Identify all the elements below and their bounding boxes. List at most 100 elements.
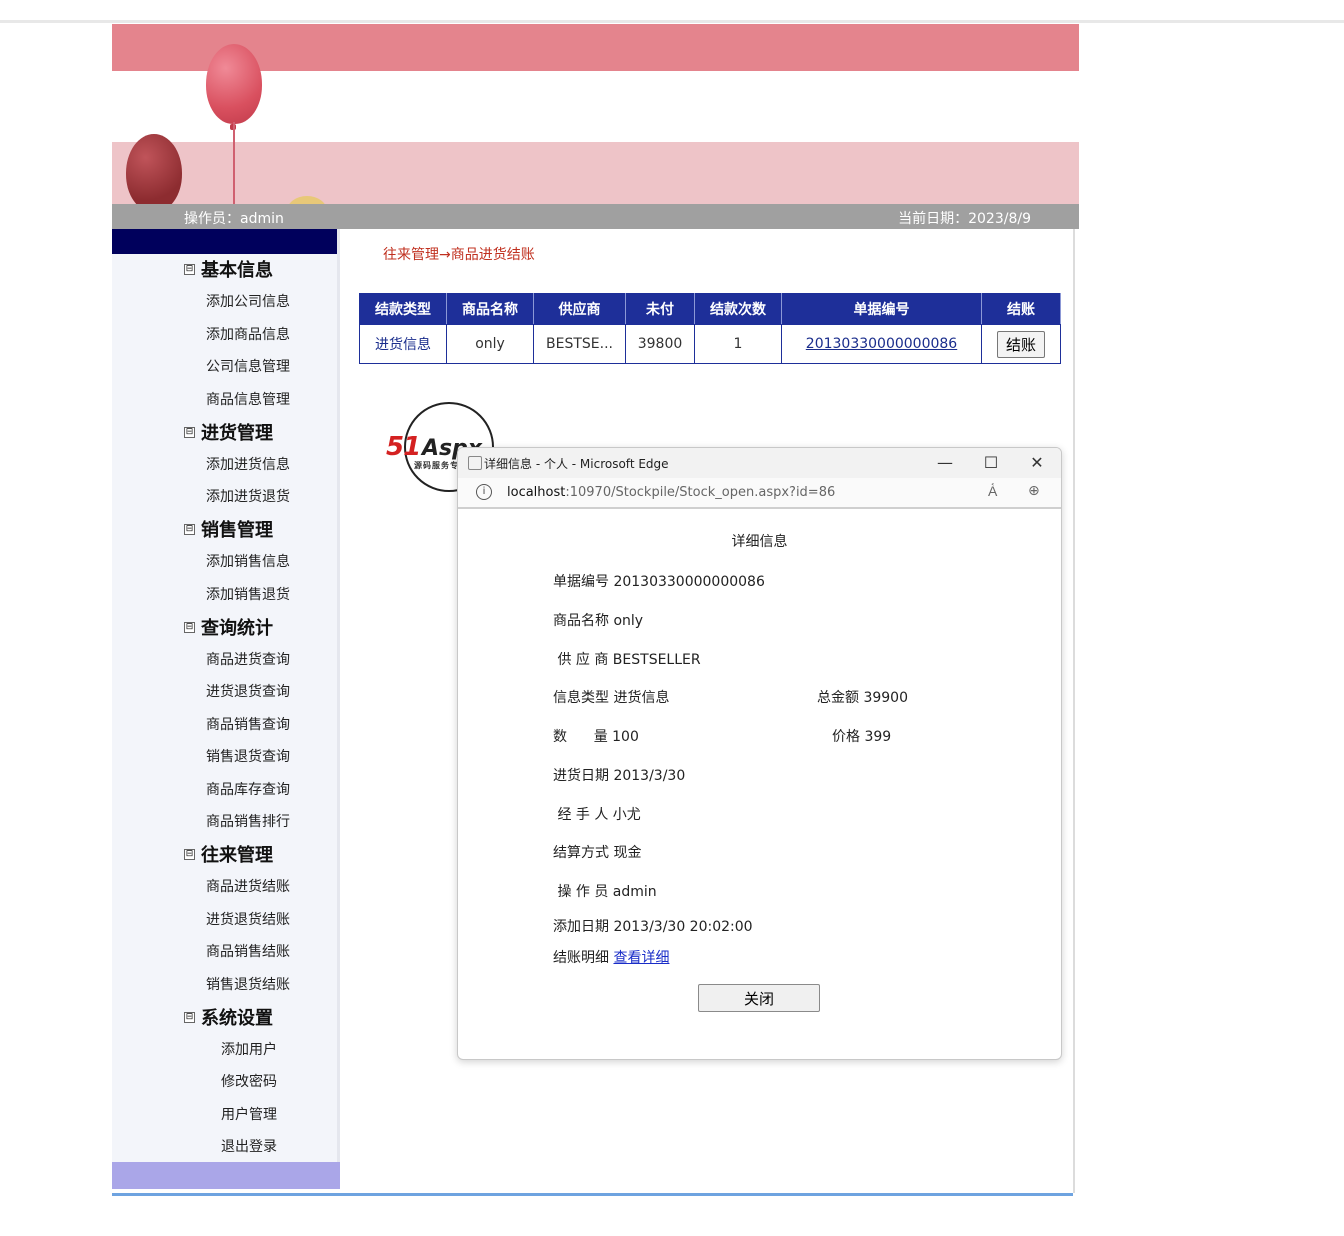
popup-title-bar[interactable]: 详细信息 - 个人 - Microsoft Edge — ☐ ✕ [458,448,1061,478]
nav-item-sales-ranking[interactable]: 商品销售排行 [206,811,290,831]
column-header: 单据编号 [781,293,982,325]
operator-label: 操作员：admin [184,211,284,227]
popup-address-bar[interactable]: i localhost:10970/Stockpile/Stock_open.a… [458,478,1061,509]
page-icon [468,456,482,470]
nav-group-sales[interactable]: ⊟ 销售管理 [184,516,273,542]
nav-group-query[interactable]: ⊟ 查询统计 [184,614,273,640]
detail-info-type: 信息类型 进货信息 [553,690,670,706]
column-header: 结款类型 [359,293,447,325]
logo-text-51: 51 [386,432,421,462]
read-aloud-icon[interactable]: A᷾ [988,483,997,500]
column-header: 结款次数 [694,293,782,325]
detail-stock-date: 进货日期 2013/3/30 [553,768,686,784]
nav-item-company-manage[interactable]: 公司信息管理 [206,356,290,376]
nav-item-add-sale-return[interactable]: 添加销售退货 [206,584,290,604]
collapse-icon: ⊟ [184,426,195,438]
type-text: 进货信息 [375,337,431,353]
nav-group-title: 销售管理 [201,520,273,541]
nav-group-title: 系统设置 [201,1008,273,1029]
nav-item-logout[interactable]: 退出登录 [221,1136,277,1156]
detail-settle-row: 结账明细 查看详细 [553,947,669,967]
nav-item-add-purchase-return[interactable]: 添加进货退货 [206,486,290,506]
cell-type: 进货信息 [359,324,447,364]
header-banner [112,24,1079,204]
nav-group-system[interactable]: ⊟ 系统设置 [184,1004,273,1030]
nav-item-sale-return-settle[interactable]: 销售退货结账 [206,974,290,994]
balloon-string [233,122,235,204]
url-text[interactable]: localhost:10970/Stockpile/Stock_open.asp… [507,485,835,500]
popup-close-button[interactable]: 关闭 [698,984,820,1012]
operator-bar: 操作员：admin 当前日期：2023/8/9 [112,204,1079,229]
detail-operator: 操 作 员 admin [553,884,657,900]
cell-count: 1 [694,324,782,364]
maximize-icon[interactable]: ☐ [980,453,1002,472]
nav-item-sale-query[interactable]: 商品销售查询 [206,714,290,734]
nav-item-purchase-return-settle[interactable]: 进货退货结账 [206,909,290,929]
collapse-icon: ⊟ [184,523,195,535]
balloon-red-image [206,44,262,124]
nav-item-user-manage[interactable]: 用户管理 [221,1104,277,1124]
nav-group-title: 查询统计 [201,618,273,639]
column-header: 商品名称 [446,293,534,325]
breadcrumb: 往来管理→商品进货结账 [383,247,535,263]
nav-group-title: 进货管理 [201,423,273,444]
nav-item-stock-query[interactable]: 商品库存查询 [206,779,290,799]
nav-group-title: 基本信息 [201,260,273,281]
nav-item-purchase-settle[interactable]: 商品进货结账 [206,876,290,896]
nav-item-change-password[interactable]: 修改密码 [221,1071,277,1091]
nav-item-add-sale[interactable]: 添加销售信息 [206,551,290,571]
detail-supplier: 供 应 商 BESTSELLER [553,652,701,668]
close-icon[interactable]: ✕ [1026,453,1048,472]
nav-item-sale-settle[interactable]: 商品销售结账 [206,941,290,961]
nav-item-add-company[interactable]: 添加公司信息 [206,291,290,311]
column-header: 结账 [981,293,1061,325]
view-detail-link[interactable]: 查看详细 [613,950,669,966]
collapse-icon: ⊟ [184,621,195,633]
cell-doc-no: 20130330000000086 [781,324,982,364]
nav-item-product-manage[interactable]: 商品信息管理 [206,389,290,409]
table-header-row: 结款类型 商品名称 供应商 未付 结款次数 单据编号 结账 [359,293,1061,325]
cell-action: 结账 [981,324,1061,364]
sidebar-footer-bar [112,1162,340,1189]
balloon-dark-image [126,134,182,204]
nav-item-sale-return-query[interactable]: 销售退货查询 [206,746,290,766]
nav-item-add-product[interactable]: 添加商品信息 [206,324,290,344]
collapse-icon: ⊟ [184,848,195,860]
zoom-icon[interactable]: ⊕ [1028,483,1040,499]
detail-settlement: 结算方式 现金 [553,845,642,861]
sidebar-header-bar [112,229,337,254]
collapse-icon: ⊟ [184,1011,195,1023]
detail-settle-label: 结账明细 [553,950,609,966]
minimize-icon[interactable]: — [934,453,956,472]
page-bottom-line [112,1193,1073,1196]
detail-price: 价格 399 [832,729,892,745]
url-host: localhost [507,485,566,500]
banner-band-bottom [112,142,1079,204]
cell-supplier: BESTSE... [533,324,626,364]
column-header: 未付 [625,293,695,325]
nav-item-add-purchase[interactable]: 添加进货信息 [206,454,290,474]
column-header: 供应商 [533,293,626,325]
table-row: 进货信息 only BESTSE... 39800 1 201303300000… [359,324,1061,364]
nav-group-title: 往来管理 [201,845,273,866]
cell-unpaid: 39800 [625,324,695,364]
nav-group-accounts[interactable]: ⊟ 往来管理 [184,841,273,867]
settle-button[interactable]: 结账 [996,330,1045,358]
detail-popup-window: 详细信息 - 个人 - Microsoft Edge — ☐ ✕ i local… [457,447,1062,1060]
detail-product: 商品名称 only [553,613,644,629]
popup-heading: 详细信息 [731,534,788,550]
detail-total: 总金额 39900 [817,690,908,706]
collapse-icon: ⊟ [184,263,195,275]
doc-no-link[interactable]: 20130330000000086 [806,336,957,352]
url-path: :10970/Stockpile/Stock_open.aspx?id=86 [565,485,836,500]
detail-doc-no: 单据编号 20130330000000086 [553,574,765,590]
settlement-table: 结款类型 商品名称 供应商 未付 结款次数 单据编号 结账 进货信息 only … [359,293,1061,364]
info-icon[interactable]: i [476,484,492,500]
nav-item-add-user[interactable]: 添加用户 [221,1039,277,1059]
sidebar-nav: ⊟ 基本信息 添加公司信息 添加商品信息 公司信息管理 商品信息管理 ⊟ 进货管理 … [112,229,340,1189]
nav-group-basic-info[interactable]: ⊟ 基本信息 [184,256,273,282]
nav-item-purchase-return-query[interactable]: 进货退货查询 [206,681,290,701]
nav-group-purchase[interactable]: ⊟ 进货管理 [184,419,273,445]
popup-window-title: 详细信息 - 个人 - Microsoft Edge [484,457,669,471]
nav-item-purchase-query[interactable]: 商品进货查询 [206,649,290,669]
